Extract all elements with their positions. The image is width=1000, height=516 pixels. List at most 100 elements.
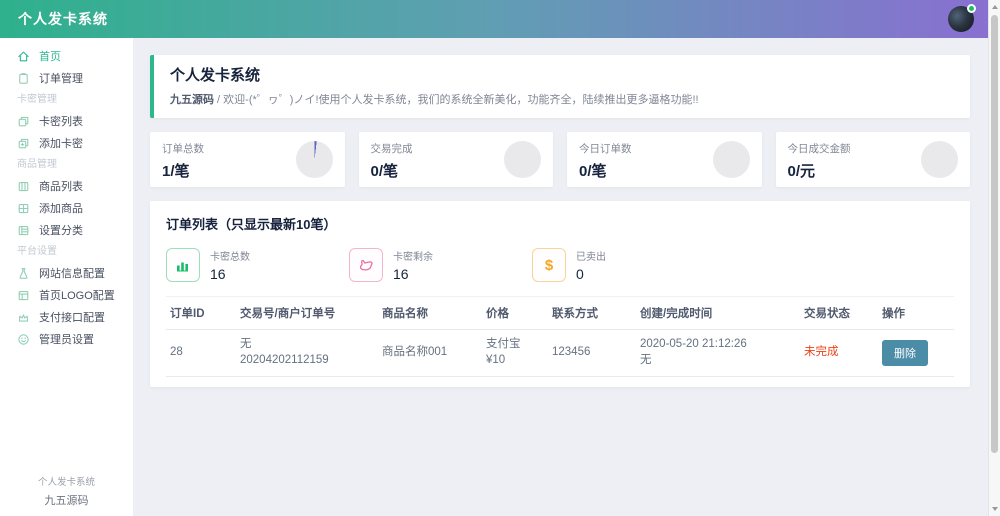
mini-stat-card-remaining: 卡密剩余 16 — [349, 248, 532, 282]
welcome-separator: / — [214, 94, 224, 106]
copy-add-icon — [17, 137, 30, 150]
clipboard-icon — [17, 72, 30, 85]
cell-order-id: 28 — [166, 329, 236, 378]
home-icon — [17, 50, 30, 63]
pie-chart-icon — [295, 141, 333, 178]
mini-stat-label: 已卖出 — [576, 252, 606, 263]
sidebar-section-products: 商品管理 — [17, 159, 57, 170]
scroll-up-button[interactable] — [989, 1, 1000, 13]
sidebar-item-label: 网站信息配置 — [39, 268, 105, 280]
welcome-subtitle: 九五源码 / 欢迎-(*゜ヮ゜)ノイ!使用个人发卡系统，我们的系统全新美化，功能… — [170, 91, 954, 107]
col-product-name: 商品名称 — [378, 296, 482, 330]
sidebar-item-product-add[interactable]: 添加商品 — [0, 197, 133, 219]
table-row: 28 无 20204202112159 商品名称001 支付宝 ¥10 1234… — [166, 329, 954, 378]
sidebar-item-label: 添加商品 — [39, 203, 83, 215]
scrollbar-thumb[interactable] — [991, 15, 998, 453]
sidebar-item-label: 订单管理 — [39, 73, 83, 85]
sidebar-item-category[interactable]: 设置分类 — [0, 219, 133, 241]
sidebar-item-site-config[interactable]: 网站信息配置 — [0, 262, 133, 284]
welcome-brand: 九五源码 — [170, 94, 214, 106]
mini-stat-text: 已卖出 0 — [576, 248, 606, 282]
online-status-badge — [967, 4, 976, 13]
col-status: 交易状态 — [800, 296, 878, 330]
sidebar-item-logo-config[interactable]: 首页LOGO配置 — [0, 284, 133, 306]
sidebar-item-orders[interactable]: 订单管理 — [0, 67, 133, 89]
sidebar-item-label: 设置分类 — [39, 225, 83, 237]
cell-price: 支付宝 ¥10 — [482, 329, 548, 378]
status-badge: 未完成 — [804, 345, 839, 358]
sidebar-item-admin-settings[interactable]: 管理员设置 — [0, 328, 133, 350]
time-created: 2020-05-20 21:12:26 — [640, 338, 747, 350]
sidebar-menu: 首页 订单管理 卡密管理 卡密列表 添加卡密 商品管理 商品列表 添加商品 设置… — [0, 38, 133, 350]
app-title: 个人发卡系统 — [18, 11, 108, 27]
arrow-up-icon — [992, 5, 998, 9]
flask-icon — [17, 267, 30, 280]
mini-stat-text: 卡密总数 16 — [210, 248, 250, 282]
delete-button[interactable]: 删除 — [882, 339, 928, 366]
swipe-hand-icon — [349, 248, 383, 282]
stat-card-total-orders: 订单总数 1/笔 — [150, 132, 345, 187]
sidebar-item-payment-config[interactable]: 支付接口配置 — [0, 306, 133, 328]
mini-stat-value: 16 — [393, 266, 409, 282]
col-actions: 操作 — [878, 296, 954, 330]
price-method: 支付宝 — [486, 338, 521, 350]
order-list-title: 订单列表（只显示最新10笔） — [166, 217, 337, 232]
sidebar-item-label: 卡密列表 — [39, 116, 83, 128]
dollar-icon: $ — [532, 248, 566, 282]
sidebar: 首页 订单管理 卡密管理 卡密列表 添加卡密 商品管理 商品列表 添加商品 设置… — [0, 38, 133, 516]
vertical-scrollbar[interactable] — [988, 0, 1000, 516]
cell-contact: 123456 — [548, 329, 636, 378]
crown-icon — [17, 311, 30, 324]
user-avatar[interactable] — [948, 4, 976, 32]
col-trade-no: 交易号/商户订单号 — [236, 296, 378, 330]
orders-table: 订单ID 交易号/商户订单号 商品名称 价格 联系方式 创建/完成时间 交易状态… — [166, 296, 954, 378]
sidebar-item-label: 添加卡密 — [39, 138, 83, 150]
sidebar-section-platform: 平台设置 — [17, 246, 57, 257]
sidebar-footer-app-name: 个人发卡系统 — [37, 477, 95, 488]
stat-card-today-amount: 今日成交金额 0/元 — [775, 132, 970, 187]
sidebar-item-label: 商品列表 — [39, 181, 83, 193]
sidebar-item-label: 首页LOGO配置 — [39, 290, 115, 302]
card-stats-row: 卡密总数 16 卡密剩余 16 $ 已卖出 0 — [166, 248, 954, 282]
smiley-icon — [17, 333, 30, 346]
trade-no-line1: 无 — [240, 338, 252, 350]
price-amount: ¥10 — [486, 353, 506, 366]
mini-stat-value: 0 — [576, 266, 584, 282]
sidebar-section-cards: 卡密管理 — [17, 94, 57, 105]
col-price: 价格 — [482, 296, 548, 330]
mini-stat-text: 卡密剩余 16 — [393, 248, 433, 282]
col-created-time: 创建/完成时间 — [636, 296, 800, 330]
col-contact: 联系方式 — [548, 296, 636, 330]
welcome-message: 欢迎-(*゜ヮ゜)ノイ!使用个人发卡系统，我们的系统全新美化，功能齐全，陆续推出… — [223, 94, 699, 106]
cell-created-time: 2020-05-20 21:12:26 无 — [636, 329, 800, 378]
mini-stat-label: 卡密总数 — [210, 252, 250, 263]
sidebar-item-label: 管理员设置 — [39, 334, 94, 346]
order-list-panel: 订单列表（只显示最新10笔） 卡密总数 16 卡密剩余 16 $ 已卖出 0 订… — [150, 201, 970, 388]
sidebar-item-label: 首页 — [39, 51, 61, 63]
cell-trade-no: 无 20204202112159 — [236, 329, 378, 378]
arrow-down-icon — [992, 507, 998, 511]
trade-no-line2: 20204202112159 — [240, 353, 329, 366]
sidebar-item-card-add[interactable]: 添加卡密 — [0, 132, 133, 154]
copy-stack-icon — [17, 115, 30, 128]
welcome-title: 个人发卡系统 — [170, 67, 261, 84]
stat-card-today-orders: 今日订单数 0/笔 — [567, 132, 762, 187]
sidebar-footer-brand: 九五源码 — [44, 495, 89, 507]
cell-product-name: 商品名称001 — [378, 329, 482, 378]
top-header-bar: 个人发卡系统 — [0, 0, 1000, 38]
stats-row: 订单总数 1/笔 交易完成 0/笔 今日订单数 0/笔 今日成交金额 0/元 — [150, 132, 970, 187]
sidebar-item-product-list[interactable]: 商品列表 — [0, 175, 133, 197]
mini-stat-label: 卡密剩余 — [393, 252, 433, 263]
mini-stat-value: 16 — [210, 266, 226, 282]
scroll-down-button[interactable] — [989, 503, 1000, 515]
pie-chart-icon — [921, 141, 958, 178]
sidebar-footer: 个人发卡系统 九五源码 — [0, 474, 133, 508]
pie-chart-icon — [712, 141, 750, 178]
notebook-icon — [17, 180, 30, 193]
sidebar-item-home[interactable]: 首页 — [0, 45, 133, 67]
mini-stat-card-total: 卡密总数 16 — [166, 248, 349, 282]
sidebar-item-card-list[interactable]: 卡密列表 — [0, 110, 133, 132]
orders-table-header-row: 订单ID 交易号/商户订单号 商品名称 价格 联系方式 创建/完成时间 交易状态… — [166, 296, 954, 330]
cell-status: 未完成 — [800, 329, 878, 378]
stat-card-completed: 交易完成 0/笔 — [358, 132, 553, 187]
